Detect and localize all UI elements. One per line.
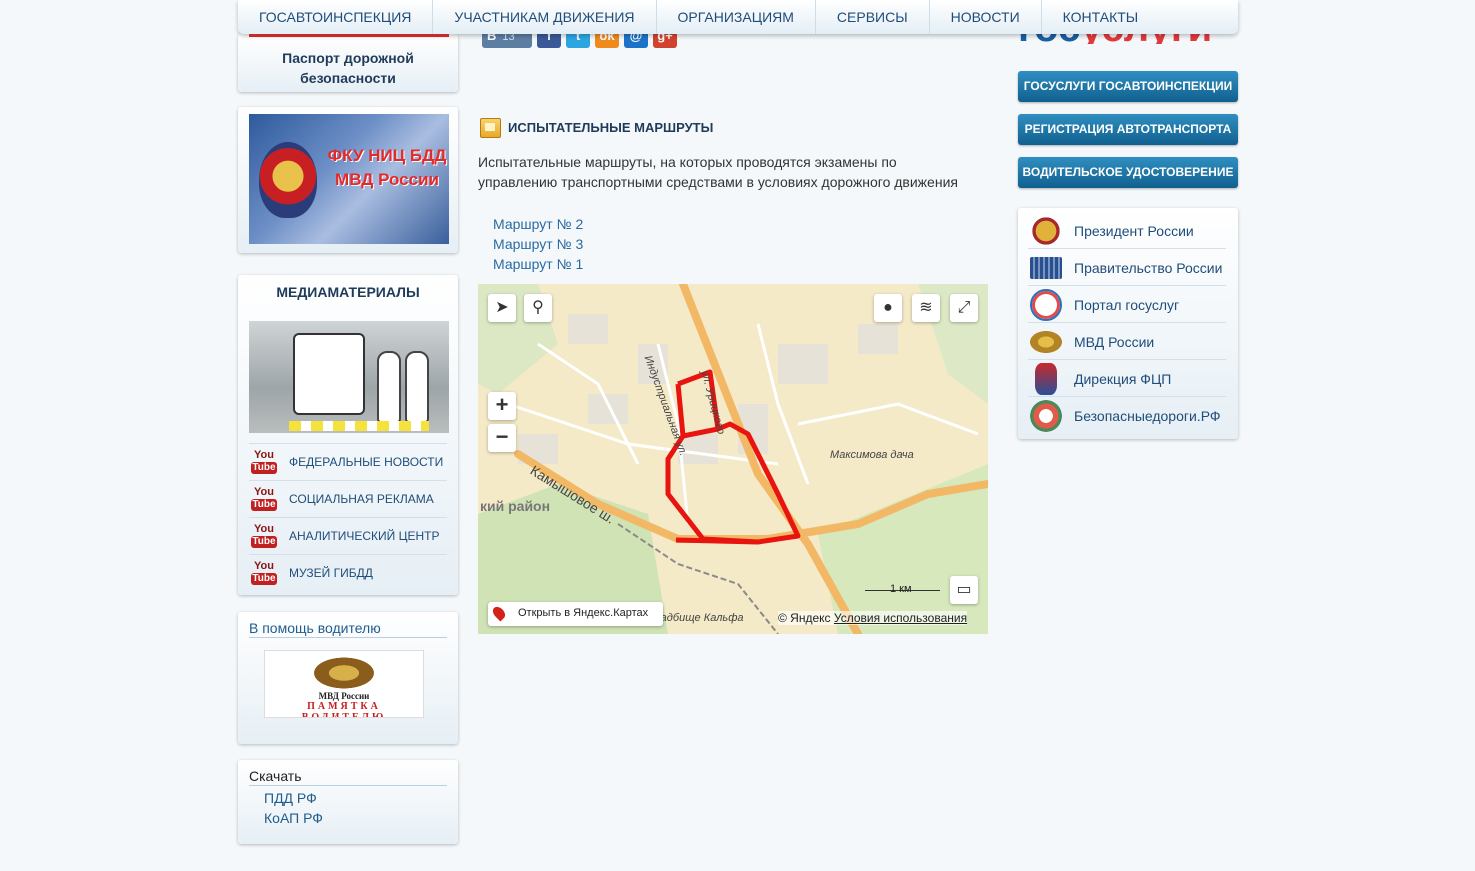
fcp-emblem-icon [1035, 363, 1057, 395]
map-label-district: кий район [480, 498, 551, 514]
media-item-federal-news[interactable]: You Tube ФЕДЕРАЛЬНЫЕ НОВОСТИ [249, 443, 447, 480]
passport-panel: Паспорт дорожной безопасности [238, 34, 458, 92]
map-locate-button[interactable]: ➤ [488, 294, 516, 322]
police-emblem-icon [259, 142, 317, 218]
media-item-label: АНАЛИТИЧЕСКИЙ ЦЕНТР [289, 529, 440, 543]
mvd-emblem-icon [1030, 331, 1062, 353]
map-zoom-out-button[interactable]: − [488, 424, 516, 452]
map-folder-icon [480, 118, 501, 138]
help-panel: В помощь водителю МВД России ПАМЯТКА ВОД… [238, 612, 458, 744]
nav-item-contacts[interactable]: КОНТАКТЫ [1042, 0, 1160, 34]
expand-icon: ⤢ [957, 299, 971, 316]
page-description: Испытательные маршруты, на которых прово… [478, 154, 958, 190]
search-icon: ⚲ [532, 299, 544, 316]
media-item-label: ФЕДЕРАЛЬНЫЕ НОВОСТИ [289, 455, 444, 469]
youtube-icon: You Tube [251, 486, 277, 511]
map-attribution: © Яндекс Условия использования [778, 611, 968, 625]
open-in-yandex-maps-label: Открыть в Яндекс.Картах [518, 607, 649, 619]
yandex-copyright: © Яндекс [778, 611, 831, 625]
map-traffic-button[interactable]: ● [874, 294, 902, 322]
map-building-block [568, 314, 608, 344]
download-pdd-link[interactable]: ПДД РФ [264, 790, 317, 806]
map-minor-street [797, 402, 979, 436]
download-title: Скачать [249, 768, 447, 786]
media-panel: МЕДИАМАТЕРИАЛЫ You Tube ФЕДЕРАЛЬНЫЕ НОВОС… [238, 275, 458, 595]
eagle-emblem-icon [309, 655, 379, 691]
youtube-icon: You Tube [251, 523, 277, 548]
route-map[interactable]: Индустриальная ул. ул. Урицкого Камышово… [478, 284, 988, 634]
download-panel: Скачать ПДД РФ КоАП РФ [238, 760, 458, 844]
top-nav: ГОСАВТОИНСПЕКЦИЯ УЧАСТНИКАМ ДВИЖЕНИЯ ОРГ… [238, 0, 1238, 34]
map-layers-button[interactable]: ≋ [912, 294, 940, 322]
bus-illustration [293, 333, 365, 415]
map-zoom-in-button[interactable]: + [488, 392, 516, 420]
government-building-icon [1030, 257, 1062, 279]
vehicle-registration-button[interactable]: РЕГИСТРАЦИЯ АВТОТРАНСПОРТА [1018, 114, 1238, 145]
link-gosuslugi-portal[interactable]: Портал госуслуг [1028, 286, 1226, 323]
safe-roads-heart-icon [1030, 400, 1062, 432]
route-link-1[interactable]: Маршрут № 1 [493, 256, 583, 272]
map-ruler-button[interactable]: ▭ [950, 576, 978, 604]
page-title: ИСПЫТАТЕЛЬНЫЕ МАРШРУТЫ [508, 120, 714, 135]
media-title: МЕДИАМАТЕРИАЛЫ [276, 284, 420, 300]
map-label-place: Максимова дача [830, 449, 914, 461]
fku-banner-text: ФКУ НИЦ БДД МВД России [327, 146, 447, 189]
help-title[interactable]: В помощь водителю [249, 620, 447, 638]
driver-memo-banner[interactable]: МВД России ПАМЯТКА ВОДИТЕЛЮ [264, 650, 424, 718]
nav-item-services[interactable]: СЕРВИСЫ [816, 0, 930, 34]
gosuslugi-gosavto-button[interactable]: ГОСУСЛУГИ ГОСАВТОИНСПЕКЦИИ [1018, 71, 1238, 102]
nav-item-news[interactable]: НОВОСТИ [930, 0, 1042, 34]
memo-text: ПАМЯТКА ВОДИТЕЛЮ [301, 701, 387, 718]
coat-of-arms-icon [1030, 215, 1062, 247]
gov-links-panel: Президент России Правительство России По… [1018, 208, 1238, 439]
media-item-analytics[interactable]: You Tube АНАЛИТИЧЕСКИЙ ЦЕНТР [249, 517, 447, 554]
driver-license-button[interactable]: ВОДИТЕЛЬСКОЕ УДОСТОВЕРЕНИЕ [1018, 157, 1238, 188]
person-illustration [377, 351, 401, 423]
open-in-yandex-maps-button[interactable]: Открыть в Яндекс.Картах [488, 602, 663, 626]
download-koap-link[interactable]: КоАП РФ [264, 810, 323, 826]
traffic-icon: ● [883, 299, 893, 316]
youtube-icon: You Tube [251, 560, 277, 585]
route-link-2[interactable]: Маршрут № 2 [493, 216, 583, 232]
map-building-block [588, 394, 628, 424]
map-fullscreen-button[interactable]: ⤢ [950, 294, 978, 322]
map-search-button[interactable]: ⚲ [524, 294, 552, 322]
media-image[interactable] [249, 321, 449, 433]
link-government[interactable]: Правительство России [1028, 249, 1226, 286]
fku-panel: ФКУ НИЦ БДД МВД России [238, 107, 458, 253]
link-mvd[interactable]: МВД России [1028, 323, 1226, 360]
link-safe-roads[interactable]: Безопасныедороги.РФ [1028, 397, 1226, 434]
crosswalk-illustration [289, 421, 429, 431]
media-item-label: МУЗЕЙ ГИБДД [289, 566, 373, 580]
nav-item-organizations[interactable]: ОРГАНИЗАЦИЯМ [657, 0, 816, 34]
media-item-museum[interactable]: You Tube МУЗЕЙ ГИБДД [249, 554, 447, 591]
route-link-3[interactable]: Маршрут № 3 [493, 236, 583, 252]
media-item-label: СОЦИАЛЬНАЯ РЕКЛАМА [289, 492, 434, 506]
memo-org: МВД России [318, 691, 370, 701]
passport-link[interactable]: Паспорт дорожной безопасности [238, 48, 458, 88]
media-item-social-ads[interactable]: You Tube СОЦИАЛЬНАЯ РЕКЛАМА [249, 480, 447, 517]
map-scale-label: 1 км [890, 583, 912, 595]
gosuslugi-icon [1030, 289, 1062, 321]
map-pin-icon [490, 604, 508, 622]
nav-item-gosavtoinspektsiya[interactable]: ГОСАВТОИНСПЕКЦИЯ [238, 0, 434, 34]
location-arrow-icon: ➤ [495, 299, 509, 316]
nav-active-indicator [249, 34, 449, 37]
map-building-block [858, 324, 898, 354]
nav-item-participants[interactable]: УЧАСТНИКАМ ДВИЖЕНИЯ [433, 0, 657, 34]
fku-banner[interactable]: ФКУ НИЦ БДД МВД России [249, 114, 449, 244]
map-terms-link[interactable]: Условия использования [834, 611, 967, 625]
link-fcp-directorate[interactable]: Дирекция ФЦП [1028, 360, 1226, 397]
map-building-block [778, 344, 828, 384]
link-president[interactable]: Президент России [1028, 212, 1226, 249]
ruler-icon: ▭ [956, 581, 972, 598]
youtube-icon: You Tube [251, 449, 277, 474]
person-illustration [405, 351, 429, 423]
layers-icon: ≋ [919, 299, 933, 316]
